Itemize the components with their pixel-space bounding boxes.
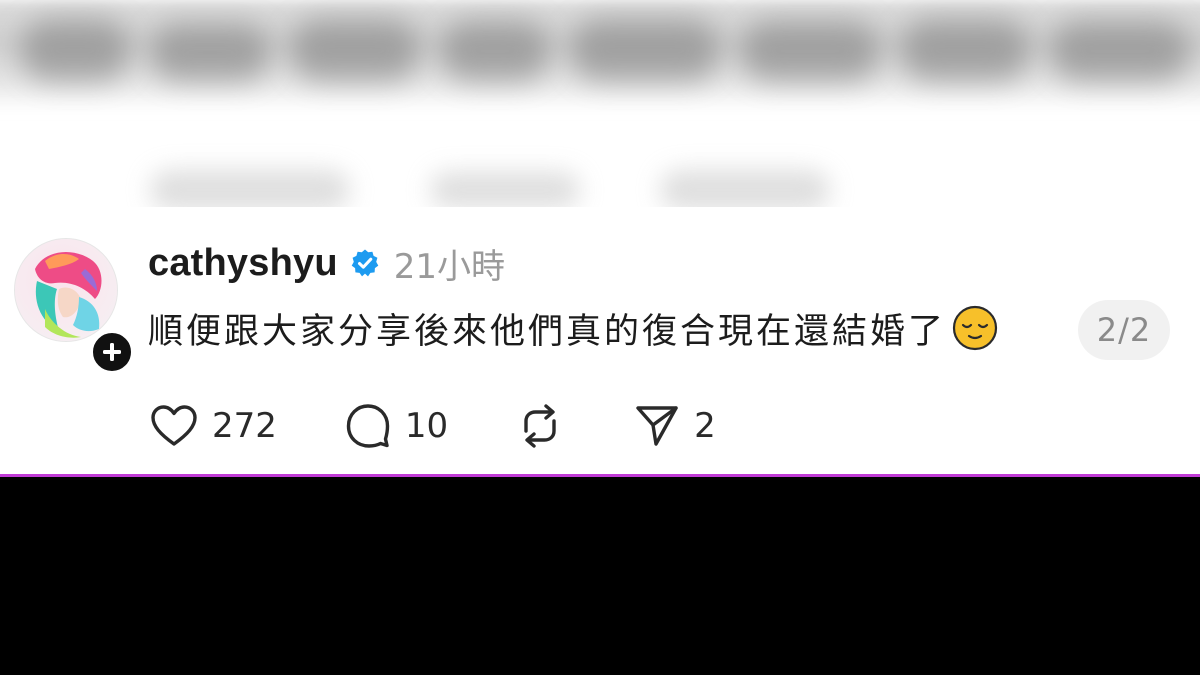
share-count: 2 [694, 406, 716, 446]
follow-plus-button[interactable] [90, 330, 134, 374]
screen: cathyshyu 21小時 順便跟大家分享後來他們真的復合現在還結婚了 2/2… [0, 0, 1200, 675]
relieved-face-emoji [952, 305, 998, 351]
thread-post: cathyshyu 21小時 順便跟大家分享後來他們真的復合現在還結婚了 2/2… [0, 207, 1200, 474]
send-icon [636, 406, 678, 446]
verified-badge-icon [350, 248, 380, 278]
blurred-blob [440, 22, 550, 80]
black-background [0, 477, 1200, 675]
post-text: 順便跟大家分享後來他們真的復合現在還結婚了 [148, 311, 947, 352]
like-button[interactable]: 272 [150, 404, 277, 448]
reply-button[interactable]: 10 [345, 403, 448, 449]
post-body: 順便跟大家分享後來他們真的復合現在還結婚了 [148, 302, 998, 354]
blurred-blob [900, 20, 1030, 80]
avatar-container[interactable] [14, 238, 134, 374]
avatar-illustration [15, 239, 117, 341]
heart-icon [151, 405, 197, 446]
comment-icon [346, 404, 390, 448]
blurred-blob [660, 170, 830, 207]
blurred-blob [740, 22, 880, 80]
share-button[interactable]: 2 [634, 403, 716, 449]
avatar[interactable] [14, 238, 118, 342]
blurred-previous-post [0, 0, 1200, 207]
blurred-blob [150, 170, 350, 207]
blurred-blob [150, 25, 270, 80]
repost-button[interactable] [516, 403, 564, 449]
post-header: cathyshyu 21小時 [148, 237, 505, 289]
username-link[interactable]: cathyshyu [148, 242, 338, 285]
page-indicator: 2/2 [1078, 300, 1170, 360]
like-count: 272 [212, 406, 277, 446]
plus-icon [103, 343, 121, 361]
blurred-blob [430, 172, 580, 207]
blurred-blob [20, 20, 130, 80]
blurred-blob [290, 20, 420, 80]
reply-count: 10 [404, 406, 449, 446]
blurred-blob [1050, 22, 1190, 80]
blurred-blob [570, 20, 720, 80]
action-bar: 272 10 2 [150, 403, 716, 449]
repost-icon [524, 404, 556, 448]
post-timestamp: 21小時 [393, 246, 506, 287]
